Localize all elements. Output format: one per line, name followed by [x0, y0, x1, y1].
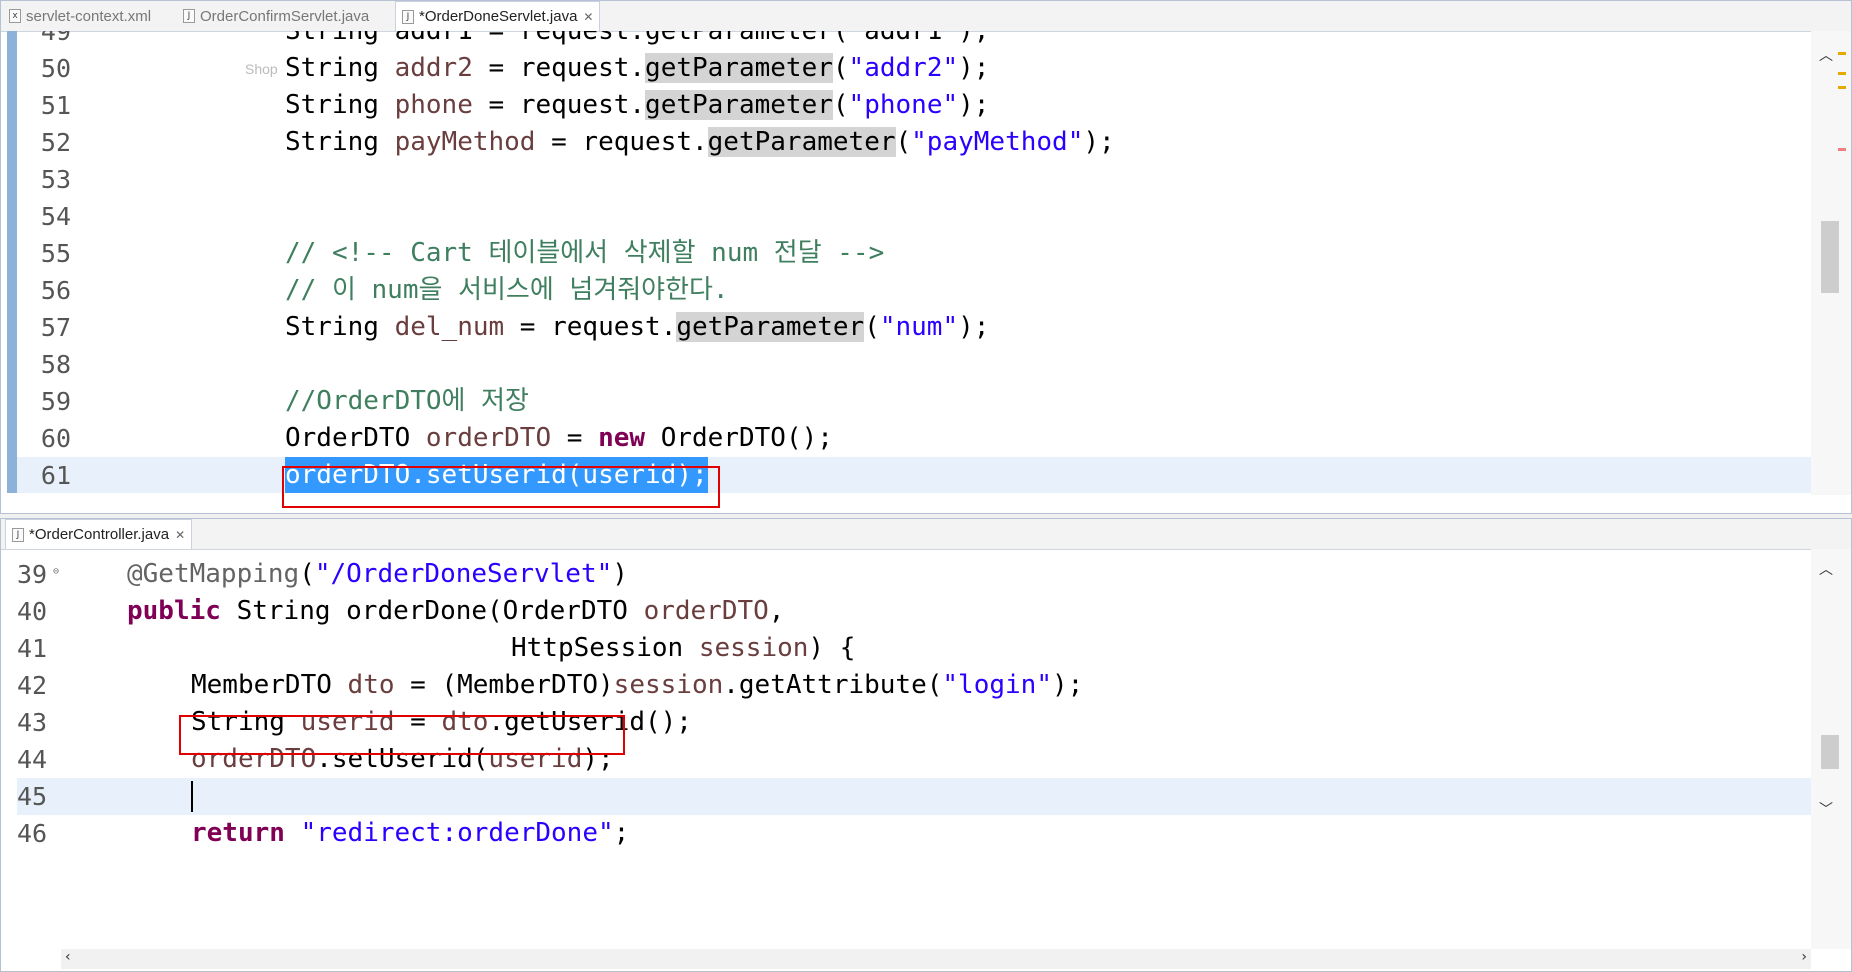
code-line: 49 String addr1 = request.getParameter("…: [17, 31, 1811, 50]
line-number: 55: [40, 239, 71, 268]
code-line: 39 ⊖ @GetMapping("/OrderDoneServlet"): [17, 556, 1811, 593]
editor-pane-ordercontroller: J *OrderController.java ✕ 38 39 ⊖ @GetMa…: [0, 518, 1852, 972]
line-number: 43: [17, 708, 48, 737]
line-number: 53: [40, 165, 71, 194]
tab-servlet-context-xml[interactable]: x servlet-context.xml: [9, 1, 151, 31]
line-number: 38: [17, 549, 53, 556]
editor-pane-orderdoneservlet: x servlet-context.xml J OrderConfirmServ…: [0, 0, 1852, 514]
code-text: String del_num = request.getParameter("n…: [285, 312, 990, 342]
code-line: 59 //OrderDTO에 저장: [17, 383, 1811, 420]
chevron-down-icon[interactable]: ﹀: [1819, 799, 1833, 819]
line-number: 42: [17, 671, 48, 700]
highlight-box-setuserid: [179, 715, 625, 755]
line-number: 60: [40, 424, 71, 453]
code-text: HttpSession session) {: [511, 633, 856, 663]
line-number: 57: [40, 313, 71, 342]
code-comment: //OrderDTO에 저장: [285, 386, 529, 416]
chevron-left-icon[interactable]: ‹: [65, 949, 71, 965]
overview-warning-marker[interactable]: [1838, 72, 1846, 75]
vertical-scrollbar[interactable]: ︿ ﹀: [1811, 31, 1851, 495]
tab-orderconfirmservlet-java[interactable]: J OrderConfirmServlet.java: [183, 1, 369, 31]
code-line: 40 public String orderDone(OrderDTO orde…: [17, 593, 1811, 630]
code-line: 42 MemberDTO dto = (MemberDTO)session.ge…: [17, 667, 1811, 704]
code-text: @GetMapping("/OrderDoneServlet"): [127, 559, 628, 589]
vertical-scrollbar[interactable]: ︿ ﹀: [1811, 549, 1851, 949]
overview-warning-marker[interactable]: [1838, 86, 1846, 89]
code-text: public String orderDone(OrderDTO orderDT…: [127, 596, 785, 626]
fold-toggle-icon[interactable]: ⊖: [53, 566, 59, 577]
code-text: return "redirect:orderDone";: [191, 818, 630, 848]
scroll-thumb[interactable]: [1821, 735, 1839, 769]
line-number: 40: [17, 597, 48, 626]
chevron-up-icon[interactable]: ︿: [1819, 45, 1833, 65]
close-x-icon[interactable]: ✕: [583, 10, 593, 24]
line-number: 54: [40, 202, 71, 231]
line-number: 59: [40, 387, 71, 416]
tab-ordercontroller-java[interactable]: J *OrderController.java ✕: [5, 519, 193, 549]
line-number: 49: [40, 31, 71, 46]
scroll-thumb[interactable]: [1821, 221, 1839, 293]
line-number: 52: [40, 128, 71, 157]
close-x-icon[interactable]: ✕: [175, 528, 185, 542]
code-line: 56 // 이 num을 서비스에 넘겨줘야한다.: [17, 272, 1811, 309]
code-text: MemberDTO dto = (MemberDTO)session.getAt…: [191, 670, 1084, 700]
code-line: 41 HttpSession session) {: [17, 630, 1811, 667]
editor-left-ruler: [7, 31, 17, 493]
code-line: 38: [17, 549, 1811, 556]
xml-file-icon: x: [9, 9, 21, 23]
code-line: 46 return "redirect:orderDone";: [17, 815, 1811, 852]
overview-error-marker[interactable]: [1838, 148, 1846, 151]
code-line: 58: [17, 346, 1811, 383]
code-text: String phone = request.getParameter("pho…: [285, 90, 990, 120]
chevron-up-icon[interactable]: ︿: [1819, 559, 1833, 579]
code-text: OrderDTO orderDTO = new OrderDTO();: [285, 423, 833, 453]
java-file-icon: J: [12, 527, 24, 542]
code-line: 50 String addr2 = request.getParameter("…: [17, 50, 1811, 87]
code-text: String addr2 = request.getParameter("add…: [285, 53, 990, 83]
java-file-icon: J: [402, 9, 414, 24]
line-number: 58: [40, 350, 71, 379]
code-line: 52 String payMethod = request.getParamet…: [17, 124, 1811, 161]
code-line: 51 String phone = request.getParameter("…: [17, 87, 1811, 124]
text-caret: [191, 781, 193, 812]
current-code-line: 45: [17, 778, 1811, 815]
overview-warning-marker[interactable]: [1838, 52, 1846, 55]
code-line: 53: [17, 161, 1811, 198]
highlight-box-setuserid-top: [282, 466, 720, 508]
editor-tab-bar: x servlet-context.xml J OrderConfirmServ…: [1, 1, 1851, 32]
code-line: 55 // <!-- Cart 테이블에서 삭제할 num 전달 -->: [17, 235, 1811, 272]
tab-orderdoneservlet-java[interactable]: J *OrderDoneServlet.java ✕: [395, 1, 601, 31]
code-comment: // <!-- Cart 테이블에서 삭제할 num 전달 -->: [285, 238, 885, 268]
java-file-icon: J: [183, 9, 195, 23]
editor-tab-bar: J *OrderController.java ✕: [1, 519, 1851, 550]
line-number: 50: [40, 54, 71, 83]
tab-label: OrderConfirmServlet.java: [200, 7, 370, 25]
code-text: String addr1 = request.getParameter("add…: [285, 31, 990, 46]
line-number: 51: [40, 91, 71, 120]
horizontal-scrollbar[interactable]: ‹ ›: [61, 949, 1811, 969]
code-area[interactable]: 49 String addr1 = request.getParameter("…: [17, 31, 1811, 493]
tab-label: *OrderController.java: [29, 526, 170, 543]
code-line: 60 OrderDTO orderDTO = new OrderDTO();: [17, 420, 1811, 457]
hover-ghost-text: Shop: [245, 61, 278, 77]
code-line: 54: [17, 198, 1811, 235]
tab-label: *OrderDoneServlet.java: [419, 8, 578, 25]
chevron-right-icon[interactable]: ›: [1801, 949, 1807, 965]
code-line: 57 String del_num = request.getParameter…: [17, 309, 1811, 346]
tab-label: servlet-context.xml: [26, 7, 152, 25]
line-number: 46: [17, 819, 48, 848]
code-text: String payMethod = request.getParameter(…: [285, 127, 1115, 157]
line-number: 44: [17, 745, 48, 774]
line-number: 39: [17, 560, 48, 589]
line-number: 41: [17, 634, 48, 663]
line-number: 45: [17, 782, 48, 811]
line-number: 61: [40, 461, 71, 490]
line-number: 56: [40, 276, 71, 305]
code-comment: // 이 num을 서비스에 넘겨줘야한다.: [285, 275, 729, 305]
